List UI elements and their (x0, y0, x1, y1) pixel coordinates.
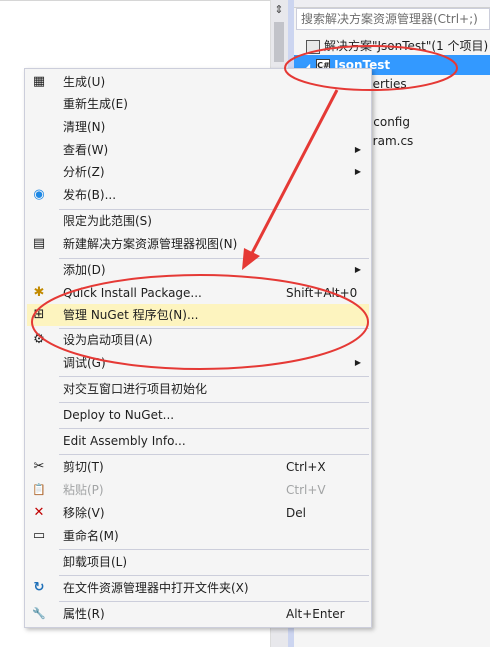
menu-item-label: 重新生成(E) (63, 97, 128, 111)
gear-icon: ⚙ (33, 332, 45, 347)
wrench-icon: 🔧 (32, 607, 46, 620)
menu-item-deploy-to-nuget[interactable]: Deploy to NuGet... (27, 404, 369, 426)
menu-item-label: 管理 NuGet 程序包(N)... (63, 308, 199, 322)
menu-item-edit-assembly-info[interactable]: Edit Assembly Info... (27, 430, 369, 452)
menu-separator (59, 601, 369, 602)
menu-item-init-interactive[interactable]: 对交互窗口进行项目初始化 (27, 378, 369, 400)
menu-item-label: 添加(D) (63, 263, 106, 277)
menu-item-label: 发布(B)... (63, 188, 117, 202)
submenu-arrow-icon: ▶ (354, 265, 361, 274)
solution-explorer-toolbar (294, 0, 490, 8)
submenu-arrow-icon: ▶ (354, 167, 361, 176)
refresh-arrow-icon: ↻ (33, 580, 45, 595)
menu-item-open-folder-in-explorer[interactable]: ↻ 在文件资源管理器中打开文件夹(X) (27, 577, 369, 599)
menu-item-label: 设为启动项目(A) (63, 333, 153, 347)
menu-item-rename[interactable]: ▭ 重命名(M) (27, 525, 369, 547)
new-view-icon: ▤ (32, 236, 46, 251)
menu-separator (59, 402, 369, 403)
menu-item-scope-to-this[interactable]: 限定为此范围(S) (27, 210, 369, 232)
menu-item-label: 卸载项目(L) (63, 555, 128, 569)
menu-item-rebuild[interactable]: 重新生成(E) (27, 93, 369, 115)
menu-item-label: 粘贴(P) (63, 483, 104, 497)
tree-item-solution[interactable]: 解决方案"JsonTest"(1 个项目) (294, 36, 490, 56)
nuget-icon: ⊞ (33, 307, 45, 322)
menu-item-build[interactable]: ▦ 生成(U) (27, 71, 369, 93)
submenu-arrow-icon: ▶ (354, 358, 361, 367)
globe-icon: ◉ (33, 187, 45, 202)
menu-item-publish[interactable]: ◉ 发布(B)... (27, 184, 369, 206)
menu-item-shortcut: Del (286, 506, 306, 520)
menu-item-label: 查看(W) (63, 143, 109, 157)
menu-item-cut[interactable]: ✂ 剪切(T) Ctrl+X (27, 456, 369, 478)
menu-item-remove[interactable]: ✕ 移除(V) Del (27, 502, 369, 524)
menu-separator (59, 549, 369, 550)
package-star-icon: ✱ (33, 285, 45, 300)
menu-item-label: 对交互窗口进行项目初始化 (63, 382, 208, 396)
menu-item-label: Deploy to NuGet... (63, 408, 175, 422)
menu-item-set-startup-project[interactable]: ⚙ 设为启动项目(A) (27, 329, 369, 351)
menu-item-quick-install-package[interactable]: ✱ Quick Install Package... Shift+Alt+0 (27, 282, 369, 304)
tree-item-label: 解决方案"JsonTest"(1 个项目) (324, 39, 489, 53)
menu-item-view[interactable]: 查看(W) ▶ (27, 139, 369, 161)
menu-item-label: 调试(G) (63, 356, 106, 370)
menu-separator (59, 575, 369, 576)
scissors-icon: ✂ (33, 459, 45, 474)
editor-top-border (0, 0, 270, 1)
menu-item-manage-nuget-packages[interactable]: ⊞ 管理 NuGet 程序包(N)... (27, 304, 369, 326)
menu-separator (59, 428, 369, 429)
menu-item-properties[interactable]: 🔧 属性(R) Alt+Enter (27, 603, 369, 625)
menu-item-label: Edit Assembly Info... (63, 434, 186, 448)
menu-item-unload-project[interactable]: 卸载项目(L) (27, 551, 369, 573)
menu-separator (59, 376, 369, 377)
submenu-arrow-icon: ▶ (354, 145, 361, 154)
solution-icon (306, 39, 320, 54)
menu-item-label: 生成(U) (63, 75, 106, 89)
menu-item-label: 属性(R) (63, 607, 105, 621)
menu-item-shortcut: Ctrl+X (286, 460, 326, 474)
menu-item-debug[interactable]: 调试(G) ▶ (27, 352, 369, 374)
menu-item-label: 限定为此范围(S) (63, 214, 152, 228)
paste-icon: 📋 (32, 483, 46, 496)
menu-item-add[interactable]: 添加(D) ▶ (27, 259, 369, 281)
menu-item-label: 清理(N) (63, 120, 106, 134)
menu-item-paste: 📋 粘贴(P) Ctrl+V (27, 479, 369, 501)
menu-item-clean[interactable]: 清理(N) (27, 116, 369, 138)
solution-explorer-search-input[interactable]: 搜索解决方案资源管理器(Ctrl+;) (296, 8, 490, 30)
menu-item-shortcut: Alt+Enter (286, 607, 345, 621)
menu-item-label: 剪切(T) (63, 460, 104, 474)
scrollbar-thumb[interactable] (274, 22, 284, 62)
menu-separator (59, 454, 369, 455)
rename-icon: ▭ (32, 528, 46, 543)
menu-item-label: 在文件资源管理器中打开文件夹(X) (63, 581, 249, 595)
menu-item-shortcut: Ctrl+V (286, 483, 326, 497)
menu-item-shortcut: Shift+Alt+0 (286, 286, 358, 300)
menu-item-analyze[interactable]: 分析(Z) ▶ (27, 161, 369, 183)
menu-item-new-explorer-view[interactable]: ▤ 新建解决方案资源管理器视图(N) (27, 233, 369, 255)
menu-item-label: 分析(Z) (63, 165, 105, 179)
project-context-menu: ▦ 生成(U) 重新生成(E) 清理(N) 查看(W) ▶ 分析(Z) ▶ ◉ … (24, 68, 372, 628)
build-icon: ▦ (32, 74, 46, 89)
menu-item-label: 重命名(M) (63, 529, 119, 543)
menu-item-label: Quick Install Package... (63, 286, 202, 300)
remove-x-icon: ✕ (33, 505, 45, 520)
split-window-icon[interactable]: ⇕ (273, 2, 285, 18)
menu-item-label: 移除(V) (63, 506, 105, 520)
menu-item-label: 新建解决方案资源管理器视图(N) (63, 237, 238, 251)
